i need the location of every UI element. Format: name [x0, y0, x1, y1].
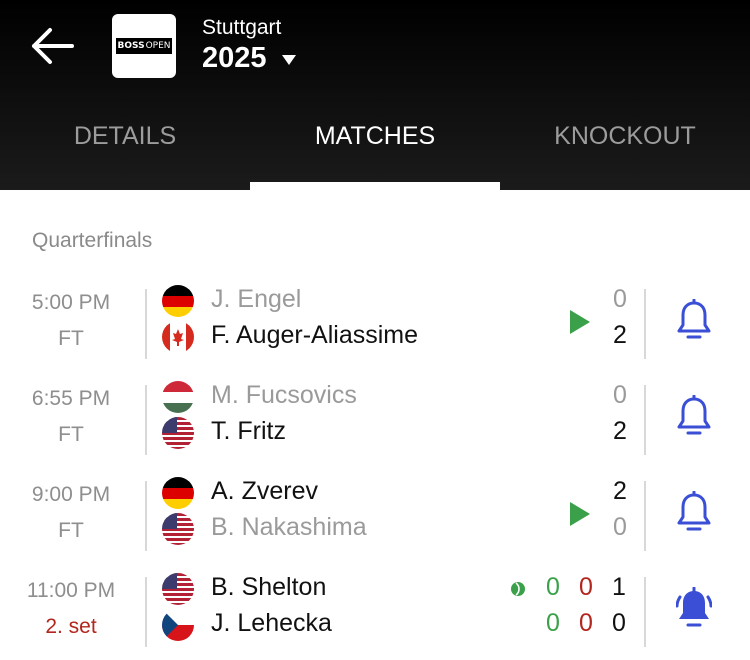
match-status: FT [58, 519, 84, 542]
divider [644, 577, 646, 647]
match-time: 11:00 PM [26, 579, 116, 602]
match-row[interactable]: 9:00 PM FT A. Zverev B. Nakashima 2 0 [0, 475, 750, 555]
player-score: 2 [613, 321, 627, 349]
arrow-left-icon [32, 28, 74, 64]
player-name: B. Shelton [211, 573, 327, 601]
flag-hungary-icon [162, 381, 194, 413]
player-score: 2 [613, 477, 627, 505]
player-name: J. Lehecka [211, 609, 332, 637]
flag-germany-icon [162, 285, 194, 317]
set-score: 0 [612, 609, 626, 637]
divider [145, 481, 147, 551]
bell-ringing-icon [676, 587, 712, 627]
match-row[interactable]: 6:55 PM FT M. Fucsovics T. Fritz 0 2 [0, 379, 750, 459]
bell-icon [677, 491, 711, 531]
player-score: 2 [613, 417, 627, 445]
round-title: Quarterfinals [32, 229, 153, 252]
divider [644, 481, 646, 551]
player-name: T. Fritz [211, 417, 286, 445]
flag-germany-icon [162, 477, 194, 509]
set-score: 0 [546, 573, 560, 601]
tournament-logo: BOSS OPEN [112, 14, 176, 78]
player-name: J. Engel [211, 285, 302, 313]
divider [145, 385, 147, 455]
player-name: M. Fucsovics [211, 381, 357, 409]
tab-matches[interactable]: MATCHES [250, 122, 500, 162]
season-year: 2025 [202, 42, 267, 74]
year-selector[interactable]: 2025 [202, 42, 297, 75]
match-time: 9:00 PM [31, 483, 111, 506]
tab-details[interactable]: DETAILS [0, 122, 250, 162]
flag-usa-icon [162, 417, 194, 449]
bell-icon [677, 395, 711, 435]
flag-czech-icon [162, 609, 194, 641]
player-name: B. Nakashima [211, 513, 367, 541]
divider [644, 385, 646, 455]
play-icon [570, 502, 590, 526]
active-tab-indicator [250, 182, 500, 190]
back-button[interactable] [28, 26, 76, 66]
set-score: 0 [546, 609, 560, 637]
tournament-city: Stuttgart [202, 16, 282, 39]
divider [145, 577, 147, 647]
player-score: 0 [613, 381, 627, 409]
match-row[interactable]: 11:00 PM 2. set B. Shelton J. Lehecka 0 … [0, 571, 750, 651]
play-icon [570, 310, 590, 334]
match-status: FT [58, 423, 84, 446]
divider [145, 289, 147, 359]
caret-down-icon [281, 54, 296, 65]
player-name: F. Auger-Aliassime [211, 321, 419, 349]
match-status: 2. set [45, 615, 97, 638]
set-score: 0 [579, 573, 593, 601]
match-row[interactable]: 5:00 PM FT J. Engel F. Auger-Aliassime 0… [0, 283, 750, 363]
player-score: 0 [613, 285, 627, 313]
match-time: 5:00 PM [31, 291, 111, 314]
app-header: BOSS OPEN Stuttgart 2025 DETAILS MATCHES … [0, 0, 750, 190]
flag-canada-icon [162, 321, 194, 353]
player-name: A. Zverev [211, 477, 318, 505]
match-status: FT [58, 327, 84, 350]
serving-ball-icon [511, 582, 525, 596]
set-score: 1 [612, 573, 626, 601]
flag-usa-icon [162, 513, 194, 545]
player-score: 0 [613, 513, 627, 541]
flag-usa-icon [162, 573, 194, 605]
divider [644, 289, 646, 359]
set-score: 0 [579, 609, 593, 637]
match-time: 6:55 PM [31, 387, 111, 410]
bell-icon [677, 299, 711, 339]
tab-knockout[interactable]: KNOCKOUT [500, 122, 750, 162]
